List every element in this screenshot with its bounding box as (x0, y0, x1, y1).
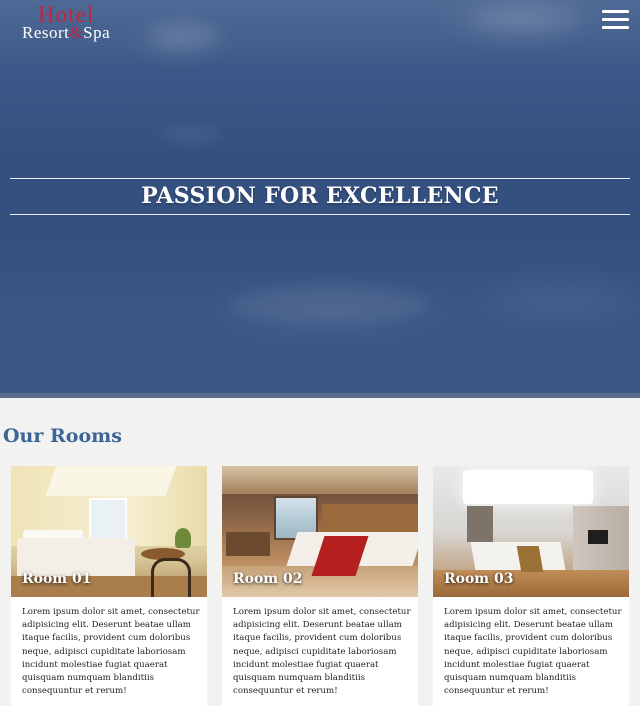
room-card-02[interactable]: Room 02 Lorem ipsum dolor sit amet, cons… (222, 466, 418, 706)
logo-resort-spa-text: Resort&Spa (22, 23, 111, 42)
tagline-divider-bottom (10, 214, 630, 215)
hero-light-reflection (150, 20, 220, 50)
rooms-section-title: Our Rooms (3, 425, 122, 447)
room-03-image[interactable]: Room 03 (433, 466, 629, 597)
room-01-description: Lorem ipsum dolor sit amet, consectetur … (22, 607, 200, 697)
hero-tagline: PASSION FOR EXCELLENCE (141, 183, 499, 209)
room-card-03[interactable]: Room 03 Lorem ipsum dolor sit amet, cons… (433, 466, 629, 706)
hamburger-menu-icon[interactable] (602, 9, 629, 30)
room-02-title[interactable]: Room 02 (233, 571, 302, 587)
hero-bottom-border (0, 393, 640, 398)
hero-light-reflection (160, 125, 220, 143)
hero-light-reflection (470, 4, 580, 34)
room-02-image[interactable]: Room 02 (222, 466, 418, 597)
room-01-image[interactable]: Room 01 (11, 466, 207, 597)
room-01-title[interactable]: Room 01 (22, 571, 91, 587)
room-03-title[interactable]: Room 03 (444, 571, 513, 587)
room-card-01[interactable]: Room 01 Lorem ipsum dolor sit amet, cons… (11, 466, 207, 706)
hero-banner: Hotel Resort&Spa PASSION FOR EXCELLENCE (0, 0, 640, 393)
room-02-description: Lorem ipsum dolor sit amet, consectetur … (233, 607, 411, 697)
hero-light-reflection (230, 285, 430, 325)
room-03-description: Lorem ipsum dolor sit amet, consectetur … (444, 607, 622, 697)
tagline-divider-top (10, 178, 630, 179)
hotel-logo[interactable]: Hotel Resort&Spa (22, 2, 152, 44)
